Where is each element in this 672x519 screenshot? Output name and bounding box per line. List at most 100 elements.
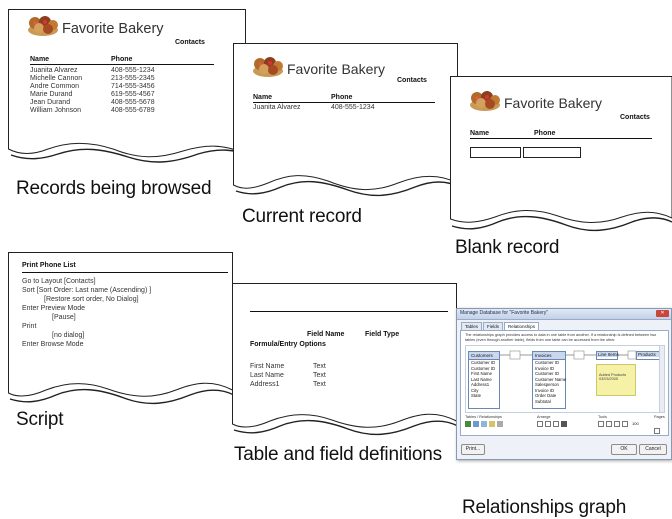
- edit-icon[interactable]: [489, 421, 495, 427]
- blank-phone-field[interactable]: [523, 147, 581, 158]
- table-field-list: Customer ID Customer ID First Name Last Nam…: [469, 360, 499, 399]
- record-row: Juanita Alvarez 408-555-1234: [30, 67, 214, 75]
- sticky-note[interactable]: Added Products 03/03/2005: [596, 364, 636, 396]
- table-field-list: Customer ID Invoice ID Customer ID Customer…: [533, 360, 566, 404]
- field-type: Text: [313, 381, 326, 388]
- record-name: Marie Durand: [30, 91, 73, 98]
- browse-sheet: Favorite Bakery Contacts Name Phone Juan…: [8, 9, 249, 164]
- tab-fields[interactable]: Fields: [483, 322, 504, 330]
- zoom-level[interactable]: 100: [632, 421, 639, 427]
- table-title: Products: [637, 352, 661, 357]
- relationship-toolbar: [465, 421, 503, 427]
- column-phone-header: Phone: [534, 130, 556, 137]
- script-sheet: Print Phone List Go to Layout [Contacts]…: [8, 252, 235, 405]
- align-right-icon[interactable]: [553, 421, 559, 427]
- field-row: First Name Text: [250, 363, 440, 372]
- script-step: Enter Browse Mode: [22, 341, 84, 348]
- arrange-toolbar: [537, 421, 567, 427]
- column-name-header: Name: [253, 94, 273, 101]
- tab-panel: The relationships graph provides access …: [460, 330, 669, 436]
- script-step: [Restore sort order, No Dialog]: [44, 296, 139, 303]
- blank-caption: Blank record: [455, 237, 560, 258]
- script-step: Enter Preview Mode: [22, 305, 86, 312]
- current-record-name: Juanita Alvarez: [253, 104, 301, 111]
- cookie-icon: [28, 16, 58, 36]
- script-step: Sort [Sort Order: Last name (Ascending) …: [22, 287, 152, 294]
- script-caption: Script: [16, 409, 64, 430]
- record-phone: 213-555-2345: [111, 75, 155, 82]
- record-phone: 619-555-4567: [111, 91, 155, 98]
- ok-button[interactable]: OK: [611, 444, 637, 455]
- color-icon[interactable]: [561, 421, 567, 427]
- record-name: Jean Durand: [30, 99, 71, 106]
- relationships-graph[interactable]: Customers Customer ID Customer ID First Na…: [465, 345, 665, 413]
- field-name: Last Name: [250, 372, 284, 379]
- field-name-header: Field Name: [307, 331, 345, 338]
- close-icon[interactable]: ✕: [656, 310, 669, 317]
- section-title: Contacts: [397, 77, 427, 84]
- pointer-icon[interactable]: [598, 421, 604, 427]
- current-caption: Current record: [242, 206, 362, 227]
- table-occurrence-line-items[interactable]: Line Items: [596, 351, 619, 360]
- column-name-header: Name: [470, 130, 490, 137]
- header-rule: [253, 102, 435, 103]
- definitions-sheet: Field Name Field Type Formula/Entry Opti…: [232, 283, 459, 438]
- script-step: [no dialog]: [52, 332, 85, 339]
- record-row: Michelle Cannon 213-555-2345: [30, 75, 214, 83]
- bakery-logo: [251, 56, 285, 78]
- align-center-icon[interactable]: [545, 421, 551, 427]
- bakery-name: Favorite Bakery: [62, 21, 164, 37]
- field-type: Text: [313, 363, 326, 370]
- text-icon[interactable]: [606, 421, 612, 427]
- print-button[interactable]: Print...: [461, 444, 485, 455]
- table-title: Invoices: [533, 352, 565, 360]
- record-row: Jean Durand 408-555-5678: [30, 99, 214, 107]
- blank-sheet: Favorite Bakery Contacts Name Phone: [450, 76, 672, 232]
- options-header: Formula/Entry Options: [250, 341, 326, 348]
- tab-tables[interactable]: Tables: [461, 322, 483, 330]
- zoom-out-icon[interactable]: [622, 421, 628, 427]
- page-setup-icon[interactable]: [654, 428, 660, 434]
- column-name-header: Name: [30, 56, 50, 63]
- tab-relationships[interactable]: Relationships: [504, 322, 540, 330]
- cancel-button[interactable]: Cancel: [639, 444, 667, 455]
- window-titlebar: Manage Database for "Favorite Bakery" ✕: [457, 309, 671, 320]
- bakery-logo: [468, 90, 502, 112]
- cookie-icon: [253, 57, 283, 77]
- browse-record-list: Juanita Alvarez 408-555-1234 Michelle Cann…: [30, 67, 214, 115]
- field-type-header: Field Type: [365, 331, 400, 338]
- script-title: Print Phone List: [22, 262, 76, 269]
- zoom-in-icon[interactable]: [614, 421, 620, 427]
- column-phone-header: Phone: [111, 56, 133, 63]
- table-field: Customer ID: [471, 360, 496, 365]
- table-title: Line Items: [597, 352, 619, 357]
- script-step: Print: [22, 323, 37, 330]
- definitions-caption: Table and field definitions: [234, 444, 442, 465]
- record-name: Michelle Cannon: [30, 75, 83, 82]
- record-row: Marie Durand 619-555-4567: [30, 91, 214, 99]
- field-type: Text: [313, 372, 326, 379]
- duplicate-icon[interactable]: [481, 421, 487, 427]
- graph-scrollbar[interactable]: [659, 346, 664, 412]
- add-relationship-icon[interactable]: [473, 421, 479, 427]
- table-field: State: [471, 393, 482, 398]
- note-text: Added Products 03/03/2005: [599, 373, 627, 382]
- cookie-icon: [470, 91, 500, 111]
- field-definition-list: First Name Text Last Name Text Address1 Text: [250, 363, 440, 390]
- script-title-rule: [22, 272, 228, 273]
- pages-label: Pages: [654, 415, 665, 419]
- record-name: William Johnson: [30, 107, 81, 114]
- tools-toolbar: 100: [598, 421, 639, 427]
- current-sheet: Favorite Bakery Contacts Name Phone Juan…: [233, 43, 460, 198]
- table-occurrence-customers[interactable]: Customers Customer ID Customer ID First Na…: [468, 351, 500, 409]
- record-row: William Johnson 408-555-6789: [30, 107, 214, 115]
- bakery-name: Favorite Bakery: [287, 61, 386, 77]
- table-occurrence-invoices[interactable]: Invoices Customer ID Invoice ID Customer I…: [532, 351, 566, 409]
- add-table-icon[interactable]: [465, 421, 471, 427]
- align-left-icon[interactable]: [537, 421, 543, 427]
- delete-icon[interactable]: [497, 421, 503, 427]
- relationships-caption: Relationships graph: [462, 497, 627, 518]
- blank-name-field[interactable]: [470, 147, 521, 158]
- record-phone: 408-555-6789: [111, 107, 155, 114]
- field-name: Address1: [250, 381, 280, 388]
